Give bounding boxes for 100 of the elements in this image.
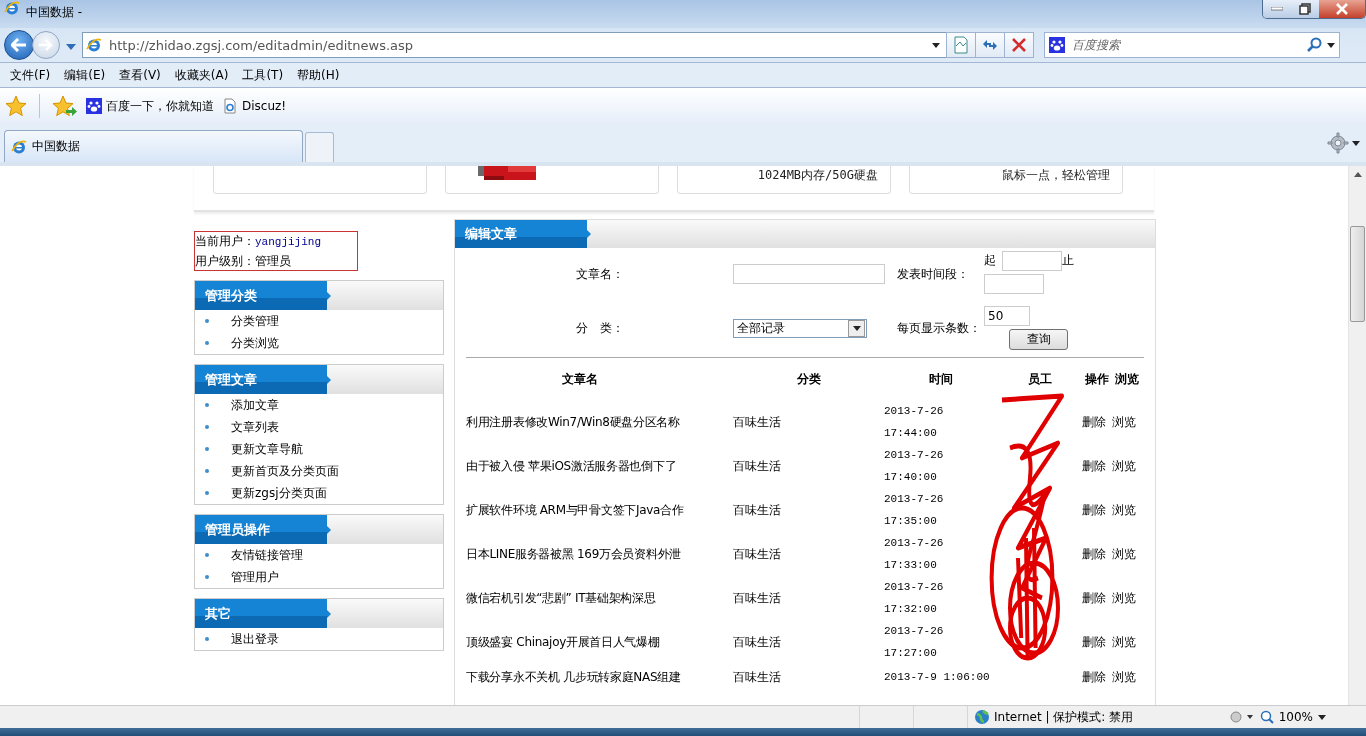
search-box[interactable]: 百度搜索 (1044, 32, 1340, 58)
section-header: 管理分类 (195, 281, 327, 310)
dropdown-icon[interactable] (1327, 42, 1335, 48)
sidebar-link[interactable]: 分类浏览 (231, 334, 279, 352)
stop-button[interactable] (1004, 32, 1034, 58)
sidebar-link[interactable]: 分类管理 (231, 312, 279, 330)
scroll-thumb[interactable] (1350, 226, 1365, 322)
banner-caption: 1024MB内存/50G硬盘 (757, 167, 878, 184)
table-cell: 由于被入侵 苹果iOS激活服务器也倒下了 (466, 444, 733, 488)
menu-item[interactable]: 帮助(H) (290, 66, 347, 84)
view-link[interactable]: 浏览 (1112, 502, 1136, 517)
delete-link[interactable]: 删除 (1082, 546, 1106, 561)
paw-icon (1049, 37, 1065, 53)
refresh-icon[interactable] (981, 38, 999, 52)
favorite-link[interactable]: Discuz! (222, 98, 287, 114)
globe-icon (974, 709, 990, 725)
favorite-link[interactable]: 百度一下，你就知道 (86, 97, 214, 115)
address-field[interactable]: http://zhidao.zgsj.com/editadmin/editnews.asp (107, 36, 927, 54)
category-select[interactable]: 全部记录 (733, 319, 867, 338)
zoom-level[interactable]: 100% (1278, 710, 1313, 724)
bullet-icon (205, 403, 209, 407)
table-cell: 百味生活 (733, 620, 884, 664)
title-input[interactable] (733, 264, 885, 284)
broken-page-icon[interactable] (953, 36, 969, 54)
settings-button[interactable] (1327, 132, 1360, 154)
query-button[interactable]: 查询 (1009, 328, 1068, 350)
view-link[interactable]: 浏览 (1112, 669, 1136, 684)
address-bar[interactable]: http://zhidao.zgsj.com/editadmin/editnews.asp (82, 32, 947, 58)
sidebar-link[interactable]: 管理用户 (231, 568, 279, 586)
view-link[interactable]: 浏览 (1112, 414, 1136, 429)
sidebar-link[interactable]: 友情链接管理 (231, 546, 303, 564)
delete-link[interactable]: 删除 (1082, 414, 1106, 429)
table-cell: 利用注册表修改Win7/Win8硬盘分区名称 (466, 400, 733, 444)
table-cell: 百味生活 (733, 444, 884, 488)
table-cell-text: 2013-7-9 1:06:00 (884, 670, 991, 685)
menu-item[interactable]: 收藏夹(A) (167, 66, 236, 84)
back-arrow-icon[interactable] (11, 38, 27, 52)
bullet-icon (205, 341, 209, 345)
menu-item[interactable]: 文件(F) (3, 66, 58, 84)
restore-icon[interactable] (1299, 3, 1311, 15)
minimize-icon[interactable] (1271, 7, 1283, 11)
security-icon[interactable] (1228, 710, 1255, 724)
view-link[interactable]: 浏览 (1112, 590, 1136, 605)
ie-icon (4, 0, 20, 16)
start-date-input[interactable] (1002, 250, 1062, 271)
caret-icon[interactable] (1352, 140, 1360, 146)
menu-item[interactable]: 工具(T) (235, 66, 291, 84)
add-favorite-icon[interactable] (52, 95, 78, 117)
ie-icon (11, 138, 27, 155)
star-icon[interactable] (5, 95, 27, 117)
delete-link[interactable]: 删除 (1082, 634, 1106, 649)
column-header: 分类 (795, 370, 822, 388)
view-link[interactable]: 浏览 (1112, 634, 1136, 649)
delete-link[interactable]: 删除 (1082, 502, 1106, 517)
column-header: 操作 (1084, 370, 1110, 388)
dropdown-icon[interactable] (1318, 714, 1326, 720)
form-label: 止 (1062, 252, 1075, 269)
bullet-icon (205, 637, 209, 641)
table-cell: 百味生活 (733, 400, 884, 444)
close-icon[interactable] (1336, 3, 1348, 15)
sidebar-link[interactable]: 添加文章 (231, 396, 279, 414)
sidebar-link[interactable]: 退出登录 (231, 630, 279, 648)
sidebar-link[interactable]: 文章列表 (231, 418, 279, 436)
close-button[interactable] (1319, 0, 1365, 18)
security-zone: Internet | 保护模式: 禁用 (994, 708, 1134, 726)
view-link[interactable]: 浏览 (1112, 546, 1136, 561)
menu-item[interactable]: 编辑(E) (57, 66, 113, 84)
sidebar-link[interactable]: 更新文章导航 (231, 440, 303, 458)
delete-link[interactable]: 删除 (1082, 669, 1106, 684)
scrollbar[interactable] (1348, 166, 1366, 705)
delete-link[interactable]: 删除 (1082, 590, 1106, 605)
back-button[interactable] (4, 30, 34, 60)
form-label: 发表时间段： (897, 265, 969, 283)
column-header: 时间 (927, 370, 954, 388)
table-cell: 百味生活 (733, 532, 884, 576)
table-cell: 百味生活 (733, 488, 884, 532)
user-level: 管理员 (255, 254, 291, 268)
form-label: 每页显示条数： (897, 320, 981, 337)
restore-button[interactable] (1291, 0, 1319, 18)
dropdown-icon[interactable] (932, 42, 940, 48)
bullet-icon (205, 425, 209, 429)
search-icon[interactable] (1306, 37, 1322, 53)
bullet-icon (205, 553, 209, 557)
sidebar-link[interactable]: 更新zgsj分类页面 (231, 484, 327, 502)
compatibility-button[interactable] (946, 32, 976, 58)
browser-tab[interactable]: 中国数据 (4, 130, 303, 162)
user-label: 当前用户： (195, 234, 255, 248)
bullet-icon (205, 491, 209, 495)
end-date-input[interactable] (984, 273, 1044, 294)
per-page-input[interactable]: 50 (984, 305, 1030, 326)
delete-link[interactable]: 删除 (1082, 458, 1106, 473)
table-cell-text: 2013-7-26 17:27:00 (884, 624, 945, 661)
view-link[interactable]: 浏览 (1112, 458, 1136, 473)
table-cell: 扩展软件环境 ARM与甲骨文签下Java合作 (466, 488, 733, 532)
table-cell-text: 2013-7-26 17:44:00 (884, 404, 945, 441)
refresh-button[interactable] (975, 32, 1005, 58)
table-cell: 日本LINE服务器被黑 169万会员资料外泄 (466, 532, 733, 576)
stop-icon[interactable] (1011, 37, 1027, 53)
menu-item[interactable]: 查看(V) (112, 66, 168, 84)
sidebar-link[interactable]: 更新首页及分类页面 (231, 462, 339, 480)
